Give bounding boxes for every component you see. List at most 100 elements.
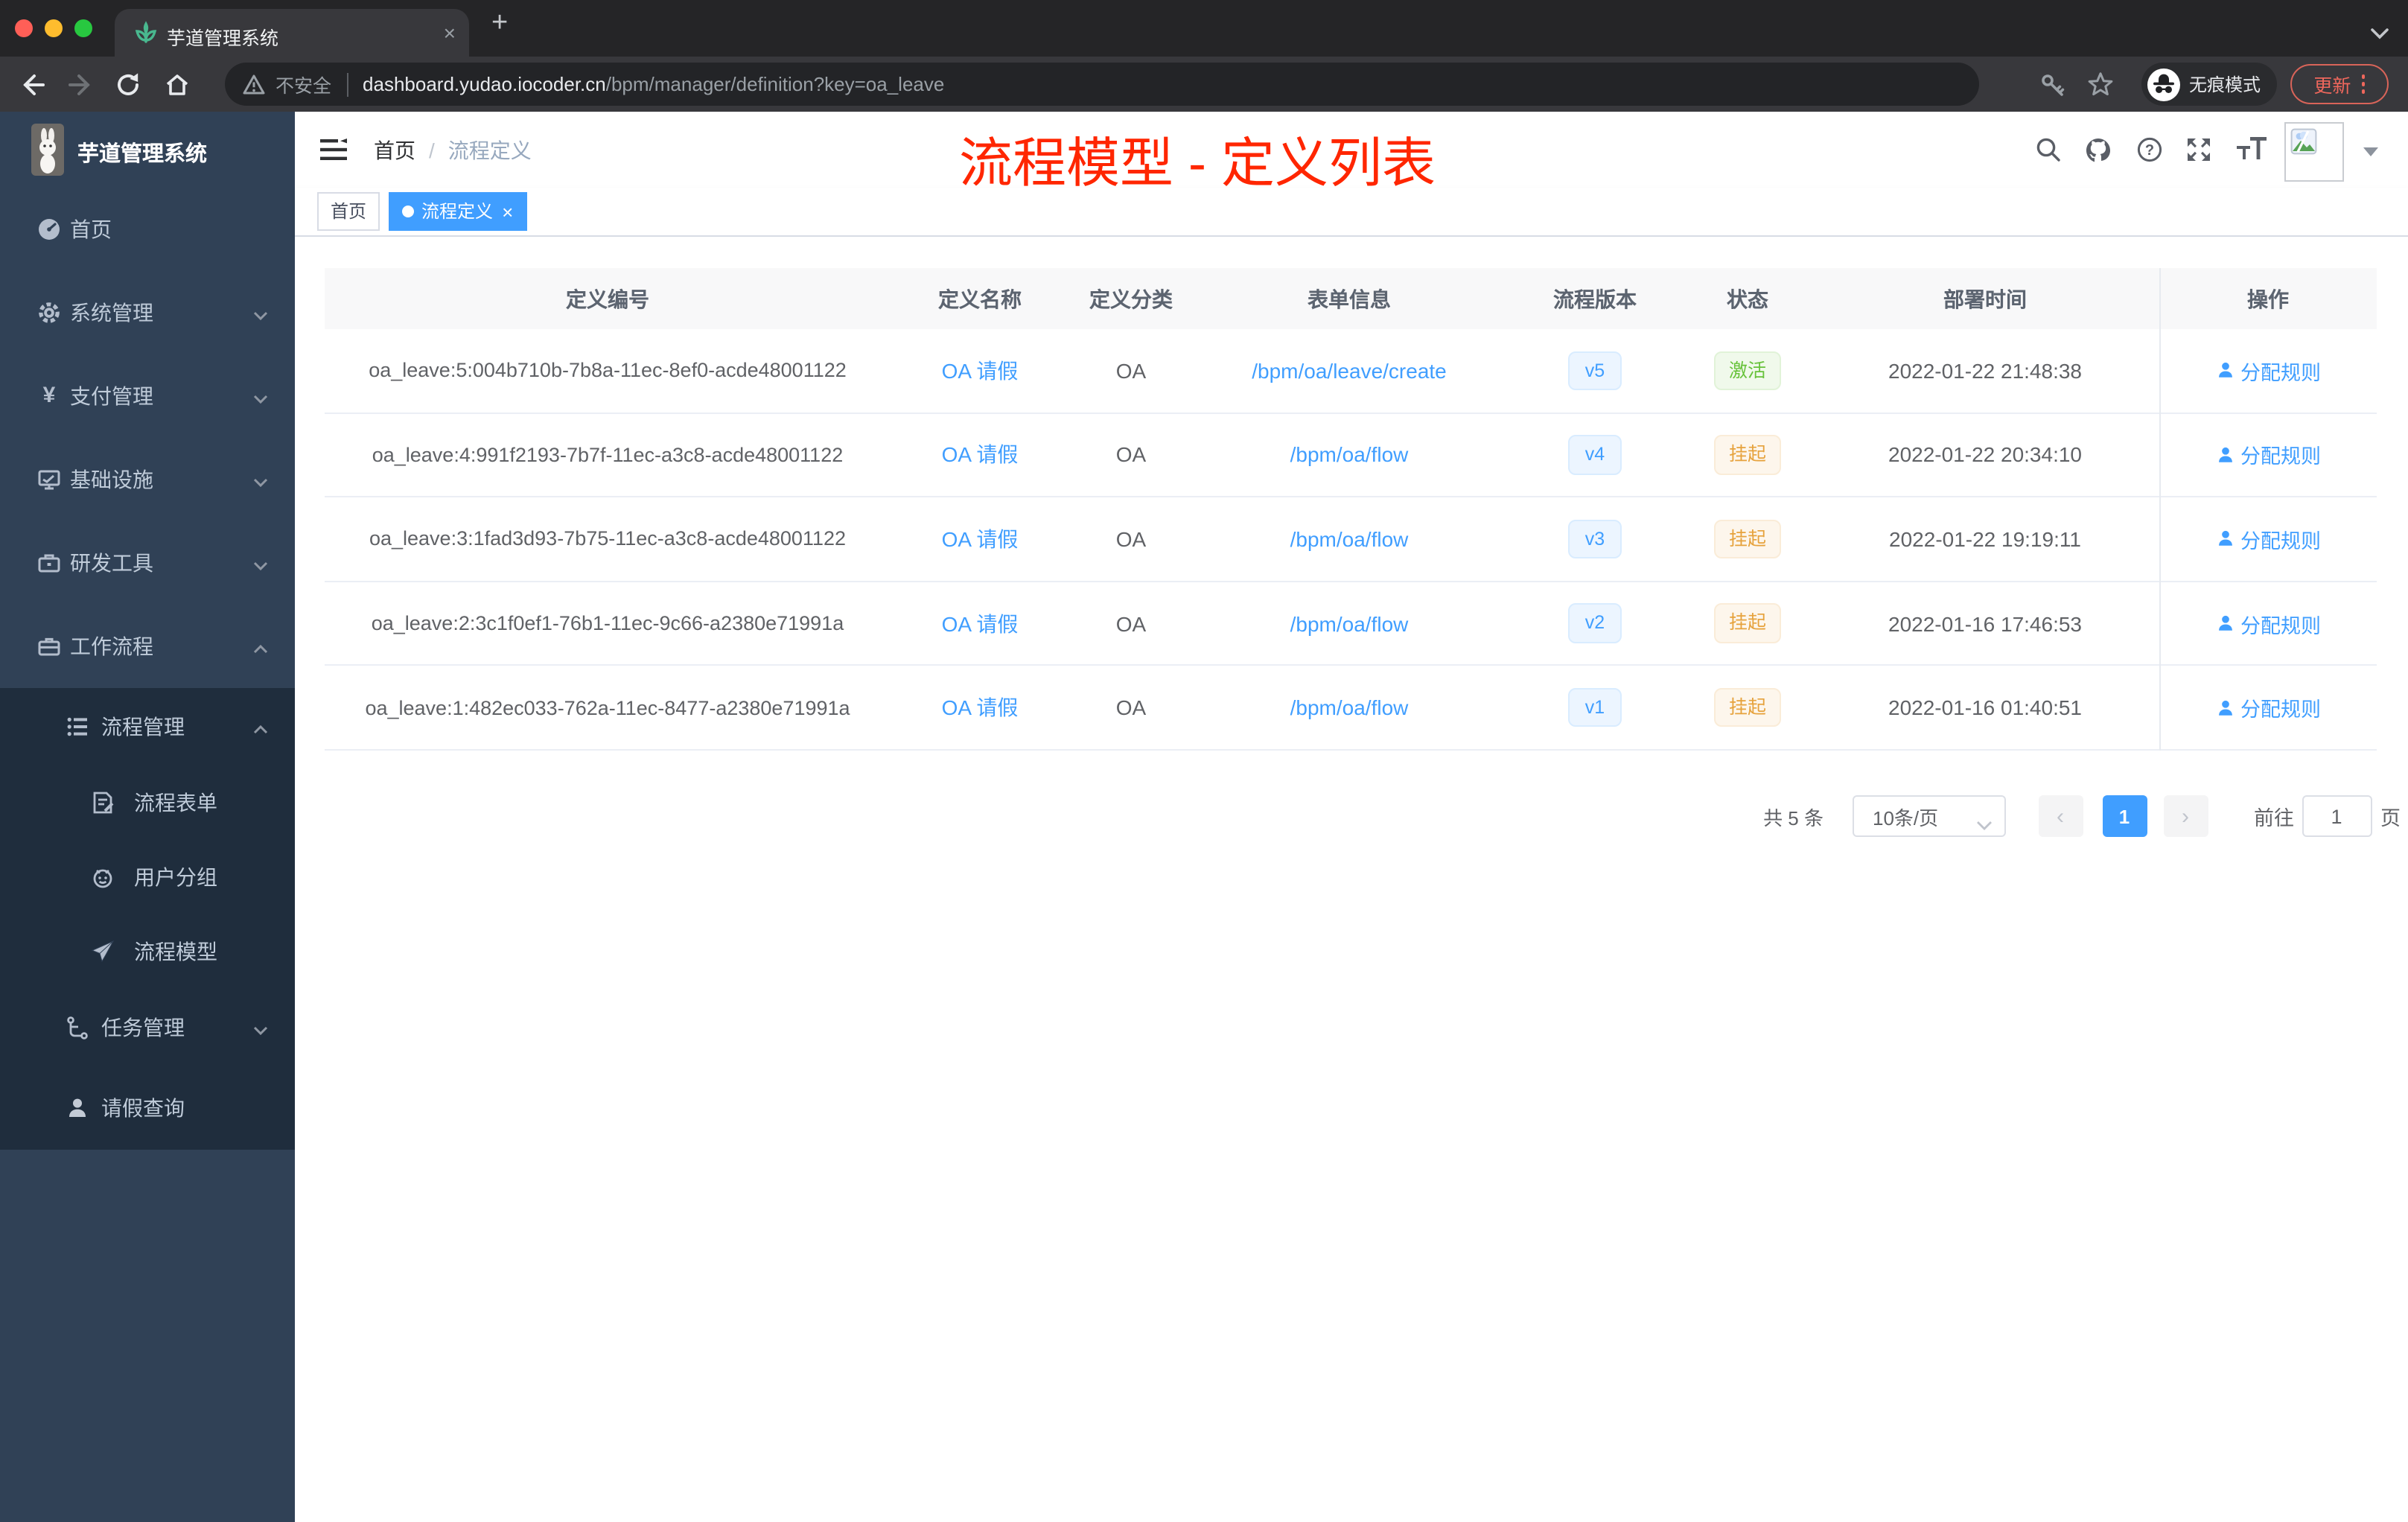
main-area: 首页 / 流程定义 流程模型 - 定义列表 ? 首页 流程定义 × 定义编号 定… [295, 112, 2408, 1522]
goto-page-input[interactable] [2302, 795, 2372, 837]
browser-update-button[interactable]: 更新 [2290, 64, 2389, 104]
form-link[interactable]: /bpm/oa/flow [1290, 527, 1409, 551]
search-icon[interactable] [2036, 137, 2061, 170]
browser-menu-dots-icon[interactable] [2361, 74, 2366, 94]
status-badge: 挂起 [1713, 603, 1781, 643]
col-header-form: 表单信息 [1307, 287, 1391, 311]
tag-close-icon[interactable]: × [502, 202, 513, 221]
avatar[interactable] [2284, 122, 2344, 182]
window-minimize-button[interactable] [45, 19, 63, 37]
browser-toolbar: 不安全 dashboard.yudao.iocoder.cn/bpm/manag… [0, 57, 2408, 112]
tag-home[interactable]: 首页 [317, 192, 380, 231]
avatar-caret-down-icon[interactable] [2363, 147, 2378, 156]
help-icon[interactable]: ? [2137, 137, 2162, 170]
breadcrumb: 首页 / 流程定义 [374, 112, 532, 188]
browser-tab[interactable]: 芋道管理系统 × [115, 9, 469, 57]
definition-category: OA [1115, 442, 1147, 467]
new-tab-button[interactable]: + [491, 7, 508, 40]
definition-id: oa_leave:3:1fad3d93-7b75-11ec-a3c8-acde4… [369, 527, 846, 550]
form-link[interactable]: /bpm/oa/flow [1290, 695, 1409, 719]
status-badge: 挂起 [1713, 519, 1781, 559]
form-link[interactable]: /bpm/oa/flow [1290, 611, 1409, 635]
sidebar: 芋道管理系统 首页 系统管理 ¥ 支付管理 基础设施 研发工具 工作流程 流程管… [0, 112, 295, 1522]
version-badge: v5 [1568, 351, 1622, 390]
sidebar-logo-row[interactable]: 芋道管理系统 [0, 112, 295, 188]
fullscreen-icon[interactable] [2186, 137, 2211, 170]
browser-tab-strip: 芋道管理系统 × + [0, 0, 2408, 57]
sidebar-item-payment[interactable]: ¥ 支付管理 [0, 354, 295, 438]
tag-process-definition[interactable]: 流程定义 × [389, 192, 527, 231]
definition-name-link[interactable]: OA 请假 [942, 359, 1019, 383]
gear-icon [37, 301, 61, 325]
page-content: 定义编号 定义名称 定义分类 表单信息 流程版本 状态 部署时间 操作 oa_l… [295, 237, 2408, 1522]
sidebar-item-task-mgmt[interactable]: 任务管理 [0, 989, 295, 1066]
favicon-sprout-icon [134, 21, 158, 52]
deploy-time: 2022-01-16 01:40:51 [1888, 695, 2082, 720]
briefcase-icon [37, 634, 61, 658]
version-badge: v4 [1568, 435, 1622, 475]
assign-rule-button[interactable]: 分配规则 [2215, 356, 2321, 386]
deploy-time: 2022-01-22 19:19:11 [1889, 526, 2081, 551]
chevron-down-icon [253, 468, 268, 491]
sidebar-item-process-mgmt[interactable]: 流程管理 [0, 688, 295, 765]
assign-rule-button[interactable]: 分配规则 [2215, 524, 2321, 554]
definition-name-link[interactable]: OA 请假 [942, 527, 1019, 551]
window-close-button[interactable] [15, 19, 33, 37]
sidebar-item-process-model[interactable]: 流程模型 [0, 914, 295, 989]
address-bar[interactable]: 不安全 dashboard.yudao.iocoder.cn/bpm/manag… [225, 63, 1979, 106]
table-row: oa_leave:5:004b710b-7b8a-11ec-8ef0-acde4… [325, 329, 2377, 414]
definition-name-link[interactable]: OA 请假 [942, 611, 1019, 635]
user-icon [2218, 700, 2232, 716]
definition-name-link[interactable]: OA 请假 [942, 695, 1019, 719]
forward-icon[interactable] [67, 71, 94, 106]
bookmark-star-icon[interactable] [2088, 71, 2113, 104]
next-page-button[interactable]: › [2163, 795, 2208, 837]
annotation-text: 流程模型 - 定义列表 [959, 133, 1436, 194]
status-badge: 挂起 [1713, 688, 1781, 727]
url-separator [346, 72, 348, 96]
form-link[interactable]: /bpm/oa/flow [1290, 443, 1409, 467]
table-row: oa_leave:3:1fad3d93-7b75-11ec-a3c8-acde4… [325, 497, 2377, 582]
incognito-label: 无痕模式 [2189, 74, 2261, 95]
sidebar-fold-icon[interactable] [320, 138, 347, 168]
user-icon [2218, 363, 2232, 378]
sidebar-item-infra[interactable]: 基础设施 [0, 438, 295, 521]
sidebar-item-leave-query[interactable]: 请假查询 [0, 1066, 295, 1150]
reload-icon[interactable] [115, 71, 141, 106]
home-icon[interactable] [164, 71, 191, 106]
font-size-icon[interactable] [2235, 136, 2268, 171]
col-header-category: 定义分类 [1089, 287, 1173, 311]
sidebar-item-devtools[interactable]: 研发工具 [0, 521, 295, 605]
svg-text:?: ? [2145, 142, 2154, 159]
chevron-down-icon [253, 551, 268, 575]
window-zoom-button[interactable] [74, 19, 92, 37]
assign-rule-button[interactable]: 分配规则 [2215, 608, 2321, 638]
breadcrumb-home[interactable]: 首页 [374, 135, 415, 165]
sidebar-item-home[interactable]: 首页 [0, 188, 295, 271]
incognito-icon [2147, 68, 2180, 101]
user-icon [2218, 616, 2232, 631]
current-page-button[interactable]: 1 [2102, 795, 2147, 837]
chevron-up-icon [253, 634, 268, 658]
url-path: /bpm/manager/definition?key=oa_leave [605, 73, 945, 95]
sidebar-item-workflow[interactable]: 工作流程 [0, 605, 295, 688]
sidebar-item-system[interactable]: 系统管理 [0, 271, 295, 354]
github-icon[interactable] [2085, 137, 2112, 171]
url-host: dashboard.yudao.iocoder.cn [363, 73, 606, 95]
definition-name-link[interactable]: OA 请假 [942, 443, 1019, 467]
back-icon[interactable] [19, 71, 46, 106]
col-header-version: 流程版本 [1553, 287, 1637, 311]
assign-rule-button[interactable]: 分配规则 [2215, 692, 2321, 722]
page-size-select[interactable]: 10条/页 [1852, 795, 2005, 837]
assign-rule-button[interactable]: 分配规则 [2215, 440, 2321, 470]
navbar: 首页 / 流程定义 流程模型 - 定义列表 ? [295, 112, 2408, 194]
tab-search-chevron-icon[interactable] [2371, 21, 2389, 48]
sidebar-item-user-group[interactable]: 用户分组 [0, 840, 295, 914]
definition-category: OA [1115, 695, 1147, 720]
prev-page-button[interactable]: ‹ [2038, 795, 2083, 837]
sidebar-item-process-form[interactable]: 流程表单 [0, 765, 295, 840]
password-key-icon[interactable] [2040, 73, 2065, 106]
tab-close-icon[interactable]: × [444, 19, 456, 46]
form-link[interactable]: /bpm/oa/leave/create [1252, 359, 1447, 383]
not-secure-warning-icon[interactable] [243, 74, 265, 95]
